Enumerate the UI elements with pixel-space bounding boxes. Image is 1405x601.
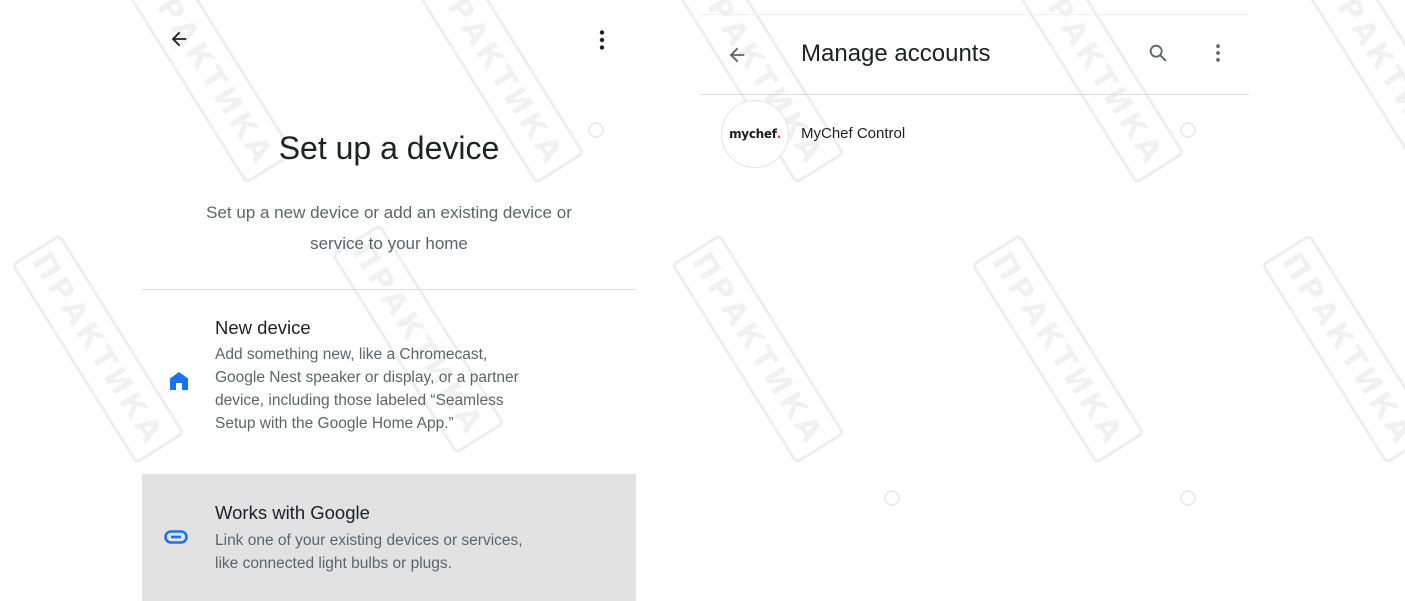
top-edge-divider [700,14,1249,15]
option-title: New device [215,317,311,338]
link-icon [164,530,188,544]
subtitle-line: Set up a new device or add an existing d… [206,203,572,222]
option-title: Works with Google [215,502,370,523]
watermark: ПРАКТИКА [970,233,1146,465]
search-icon [1149,44,1167,62]
option-works-with-google[interactable]: Works with Google Link one of your exist… [142,474,636,601]
more-vert-icon [1216,44,1220,62]
logo-text: mychef [729,127,777,141]
option-description-line: Link one of your existing devices or ser… [215,532,523,549]
page-title: Set up a device [278,130,500,166]
arrow-back-icon [171,31,187,47]
option-description: Add something new, like a Chromecast, Go… [215,343,635,435]
option-description-line: device, including those labeled “Seamles… [215,392,504,409]
home-icon [168,370,190,392]
page-subtitle: Set up a new device or add an existing d… [142,197,636,259]
subtitle-line: service to your home [310,234,468,253]
watermark: ПРАКТИКА [1300,0,1405,185]
account-logo: mychef. [721,100,789,168]
option-description-line: Setup with the Google Home App.” [215,415,454,432]
logo-dot: . [776,127,782,141]
account-row-mychef[interactable]: mychef. MyChef Control [700,96,1249,172]
divider [142,289,636,290]
option-description-line: Google Nest speaker or display, or a par… [215,369,519,386]
option-description-line: Add something new, like a Chromecast, [215,346,488,363]
option-new-device[interactable]: New device Add something new, like a Chr… [142,300,636,472]
back-button[interactable] [722,40,752,70]
account-name: MyChef Control [801,125,906,142]
back-button[interactable] [165,24,193,54]
search-button[interactable] [1143,38,1173,68]
app-bar-divider [700,94,1249,95]
overflow-menu-button[interactable] [1204,38,1232,68]
app-bar-title: Manage accounts [801,40,991,67]
watermark: ПРАКТИКА [670,233,846,465]
arrow-back-icon [729,47,745,63]
more-vert-icon [599,30,605,50]
watermark: ПРАКТИКА [1260,233,1405,465]
overflow-menu-button[interactable] [588,24,616,56]
option-description-line: like connected light bulbs or plugs. [215,555,452,572]
option-description: Link one of your existing devices or ser… [215,529,635,575]
